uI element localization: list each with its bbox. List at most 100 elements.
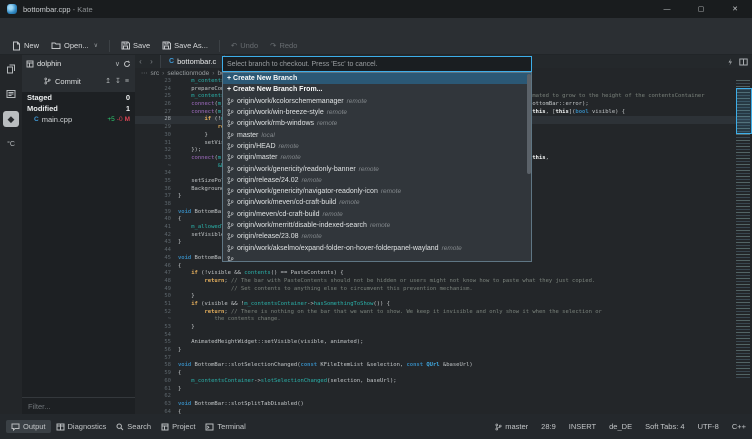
popup-scrollbar-thumb[interactable] — [527, 74, 531, 174]
toolview-strip: ◆ °C — [0, 55, 22, 414]
branch-list-item[interactable]: origin/work/genericity/readonly-banner r… — [223, 163, 531, 174]
project-panel-button[interactable]: Project — [156, 420, 200, 433]
project-chevron-icon[interactable]: ∨ — [115, 60, 120, 68]
menu-item[interactable] — [46, 18, 60, 37]
branch-label: origin/work/rmb-windows — [237, 120, 314, 127]
maximize-button[interactable]: ▢ — [684, 0, 718, 18]
terminal-panel-button[interactable]: Terminal — [200, 420, 250, 433]
branch-label: origin/work/genericity/readonly-banner — [237, 166, 356, 173]
search-panel-button[interactable]: Search — [111, 420, 156, 433]
save-as-button[interactable]: Save As... — [156, 39, 214, 53]
branch-list-item[interactable]: origin/release/23.08 remote — [223, 231, 531, 242]
menu-item[interactable] — [60, 18, 74, 37]
branch-list-item[interactable]: + Create New Branch — [223, 73, 531, 84]
menu-item[interactable] — [4, 18, 18, 37]
documents-toolview-button[interactable] — [3, 61, 19, 77]
branch-list-item[interactable]: origin/HEAD remote — [223, 141, 531, 152]
branch-list-item[interactable]: origin/work/meven/cd-craft-build remote — [223, 197, 531, 208]
output-toolview-button[interactable] — [3, 86, 19, 102]
branch-scope: remote — [339, 199, 359, 206]
dictionary[interactable]: de_DE — [609, 422, 632, 431]
line-number: 37 — [135, 193, 178, 201]
quick-open-icon[interactable] — [727, 58, 733, 66]
save-button[interactable]: Save — [115, 39, 156, 53]
open-button[interactable]: Open...∨ — [45, 39, 104, 53]
undo-button[interactable]: ↶ Undo — [225, 39, 264, 53]
project-selector[interactable]: dolphin — [37, 59, 61, 68]
line-number: 30 — [135, 132, 178, 140]
cursor-position[interactable]: 28:9 — [541, 422, 556, 431]
branch-list-item[interactable]: origin/release/24.02 remote — [223, 175, 531, 186]
branch-scope: remote — [279, 143, 299, 150]
back-arrow[interactable]: ‹ — [135, 57, 146, 66]
split-view-icon[interactable] — [739, 58, 748, 66]
tab-bottombar[interactable]: C bottombar.c — [160, 55, 225, 68]
menu-bar — [0, 18, 752, 37]
menu-item[interactable] — [116, 18, 130, 37]
branch-label: + Create New Branch From... — [227, 86, 323, 93]
menu-item[interactable] — [130, 18, 144, 37]
modified-group-row[interactable]: Modified 1 — [22, 103, 135, 114]
undo-icon: ↶ — [231, 41, 237, 50]
git-menu-icon[interactable]: ≡ — [125, 78, 129, 85]
close-button[interactable]: ✕ — [718, 0, 752, 18]
branch-list-item[interactable] — [223, 254, 531, 262]
new-button[interactable]: New — [6, 39, 45, 53]
code-line: 53 } — [135, 324, 752, 332]
minimap-viewport[interactable] — [736, 88, 752, 134]
indent-mode[interactable]: Soft Tabs: 4 — [645, 422, 684, 431]
branch-filter-input[interactable]: Select branch to checkout. Press 'Esc' t… — [222, 56, 532, 72]
branch-icon — [227, 188, 234, 195]
statusbar-branch[interactable]: master — [495, 422, 528, 431]
menu-item[interactable] — [88, 18, 102, 37]
commit-button[interactable]: Commit — [55, 77, 81, 86]
cpp-file-icon: C — [34, 116, 39, 123]
lines-added: +5 — [107, 116, 114, 123]
open-chevron-icon[interactable]: ∨ — [94, 42, 98, 49]
code-line: 62 — [135, 393, 752, 401]
branch-list-item[interactable]: origin/work/win-breeze-style remote — [223, 107, 531, 118]
pull-icon[interactable]: ↧ — [115, 77, 121, 85]
branch-list-item[interactable]: + Create New Branch From... — [223, 84, 531, 95]
line-number: 58 — [135, 362, 178, 370]
menu-item[interactable] — [144, 18, 158, 37]
syntax-highlight[interactable]: C++ — [732, 422, 746, 431]
filter-input[interactable]: Filter... — [22, 397, 135, 414]
git-toolview-button[interactable]: ◆ — [3, 111, 19, 127]
menu-item[interactable] — [102, 18, 116, 37]
output-panel-button[interactable]: Output — [6, 420, 51, 433]
diagnostics-panel-button[interactable]: Diagnostics — [51, 420, 112, 433]
branch-list-item[interactable]: origin/work/kcolorschememanager remote — [223, 96, 531, 107]
code-line: 52 return; // There is nothing on the ba… — [135, 309, 752, 317]
modified-count: 1 — [126, 104, 130, 113]
menu-item[interactable] — [32, 18, 46, 37]
branch-icon — [227, 256, 234, 262]
forward-arrow[interactable]: › — [146, 57, 157, 66]
branch-label: origin/work/akselmo/expand-folder-on-hov… — [237, 245, 439, 252]
branch-list-item[interactable]: origin/work/merritt/disable-indexed-sear… — [223, 220, 531, 231]
branch-label: master — [237, 132, 258, 139]
branch-scope: remote — [327, 109, 347, 116]
line-number: 52 — [135, 309, 178, 317]
symbols-toolview-button[interactable]: °C — [3, 136, 19, 152]
status-bar: Output Diagnostics Search Project Termin… — [0, 414, 752, 439]
menu-item[interactable] — [74, 18, 88, 37]
branch-list-item[interactable]: origin/meven/cd-craft-build remote — [223, 209, 531, 220]
refresh-icon[interactable] — [123, 60, 131, 68]
redo-button[interactable]: ↷ Redo — [264, 39, 303, 53]
input-mode[interactable]: INSERT — [569, 422, 596, 431]
minimize-button[interactable]: — — [650, 0, 684, 18]
encoding[interactable]: UTF-8 — [698, 422, 719, 431]
push-icon[interactable]: ↥ — [105, 77, 111, 85]
branch-list-item[interactable]: origin/work/akselmo/expand-folder-on-hov… — [223, 242, 531, 253]
branch-list-item[interactable]: origin/master remote — [223, 152, 531, 163]
code-line: 63void BottomBar::slotSplitTabDisabled() — [135, 401, 752, 409]
modified-file-row[interactable]: C main.cpp +5 -0 M — [22, 114, 135, 125]
line-number: 43 — [135, 239, 178, 247]
branch-list-item[interactable]: master local — [223, 129, 531, 140]
menu-item[interactable] — [18, 18, 32, 37]
branch-list-item[interactable]: origin/work/genericity/navigator-readonl… — [223, 186, 531, 197]
branch-list-item[interactable]: origin/work/rmb-windows remote — [223, 118, 531, 129]
project-git-panel: dolphin ∨ Commit ↥ ↧ ≡ Staged 0 Modified… — [22, 55, 135, 414]
staged-group-row[interactable]: Staged 0 — [22, 92, 135, 103]
